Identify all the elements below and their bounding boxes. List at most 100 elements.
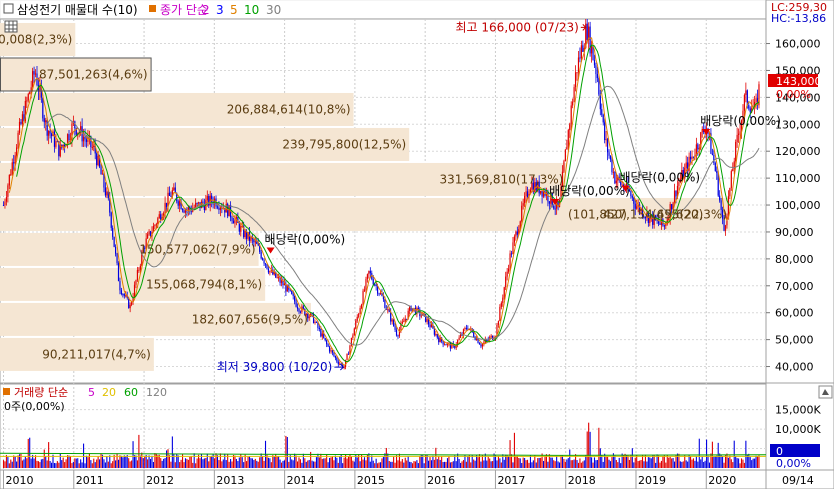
candle-body (442, 341, 444, 345)
candle-body (464, 327, 466, 330)
candle-body (302, 306, 304, 309)
volume-profile-label: 150,577,062(7,9%) (139, 242, 255, 256)
candle-body (85, 139, 88, 142)
candle-body (231, 217, 233, 221)
candle-body (260, 251, 262, 259)
candle-body (659, 223, 661, 225)
chart-svg: 44,440,008(2,3%) 87,501,263(4,6%) 206,884,… (0, 0, 834, 490)
candle-body (314, 321, 316, 324)
volume-ma-period-label: 60 (124, 386, 138, 399)
candle-body (43, 118, 45, 123)
candle-body (264, 263, 267, 265)
year-label: 2011 (76, 474, 104, 487)
candle-body (181, 209, 184, 211)
candle-body (609, 155, 612, 160)
candle-body (435, 334, 437, 336)
candle-body (601, 109, 603, 115)
candle-body (119, 281, 121, 291)
candle-body (120, 290, 123, 295)
candle-body (727, 196, 730, 216)
candle-body (333, 352, 335, 356)
candle-body (737, 133, 740, 135)
candle-body (606, 139, 609, 153)
candle-body (195, 203, 197, 208)
volume-tick-label: 15,000K (775, 404, 821, 417)
y-tick-label: 120,000 (775, 145, 821, 158)
candle-body (508, 268, 510, 272)
volume-ma-label[interactable]: 거래량 단순 (14, 386, 68, 399)
candle-body (219, 207, 221, 210)
candle-body (486, 339, 488, 341)
candle-body (112, 227, 114, 237)
ma-legend-label[interactable]: 종가 단순 (160, 3, 208, 17)
stock-title[interactable]: 삼성전기 매물대 수(10) (17, 3, 138, 17)
candle-body (685, 162, 687, 168)
y-tick-label: 60,000 (775, 307, 814, 320)
candle-body (21, 114, 24, 124)
volume-status: 0주(0,00%) (4, 400, 65, 413)
y-tick-label: 110,000 (775, 172, 821, 185)
ma-period-label: 3 (216, 3, 224, 17)
volume-profile-label: 44,440,008(2,3%) (0, 32, 72, 46)
candle-body (160, 214, 162, 221)
candle-body (263, 259, 265, 264)
candle-body (473, 332, 475, 337)
candle-body (384, 299, 386, 308)
candle-body (436, 334, 438, 338)
candle-body (608, 152, 610, 156)
volume-legend-color-icon (3, 388, 10, 395)
year-label: 2014 (287, 474, 315, 487)
candle-body (362, 290, 364, 305)
candle-body (675, 190, 677, 197)
candle-body (630, 191, 632, 197)
candle-body (165, 202, 168, 207)
candle-body (276, 277, 278, 279)
candle-body (20, 121, 22, 124)
ma-period-label: 30 (266, 3, 281, 17)
candle-body (4, 201, 6, 206)
candle-body (665, 224, 667, 226)
candle-body (139, 265, 141, 270)
ma-period-label: 2 (202, 3, 210, 17)
candle-body (735, 141, 737, 162)
scroll-button-icon[interactable] (818, 385, 833, 399)
candle-body (572, 101, 574, 106)
candle-body (393, 319, 395, 326)
candle-body (147, 234, 149, 239)
y-tick-label: 80,000 (775, 253, 814, 266)
volume-profile-label: 182,607,656(9,5%) (192, 312, 308, 326)
candle-body (295, 301, 297, 307)
candle-body (540, 190, 542, 194)
candle-body (45, 120, 47, 123)
candle-body (420, 315, 422, 317)
grid-settings-icon[interactable] (4, 20, 18, 33)
candle-body (509, 253, 511, 269)
candle-body (478, 343, 481, 345)
candle-body (269, 270, 271, 273)
candle-body (53, 131, 56, 147)
candle-body (355, 320, 357, 329)
candle-body (123, 294, 125, 296)
candle-body (122, 294, 124, 296)
candle-body (397, 335, 399, 337)
candle-body (68, 134, 70, 141)
candle-body (490, 335, 492, 338)
candle-body (84, 136, 86, 140)
candle-body (755, 98, 757, 102)
candle-body (328, 346, 331, 352)
candle-body (106, 191, 108, 196)
last-date-label: 09/14 (782, 474, 814, 487)
candle-body (615, 180, 617, 184)
candle-body (394, 325, 396, 330)
y-tick-label: 100,000 (775, 199, 821, 212)
candle-body (387, 309, 389, 311)
candle-body (360, 304, 363, 309)
year-label: 2013 (216, 474, 244, 487)
candle-body (611, 159, 613, 173)
candle-body (110, 212, 112, 228)
candle-body (375, 284, 377, 286)
candle-body (238, 222, 240, 232)
candle-body (82, 136, 85, 142)
candle-body (262, 258, 264, 260)
candle-body (93, 145, 95, 148)
